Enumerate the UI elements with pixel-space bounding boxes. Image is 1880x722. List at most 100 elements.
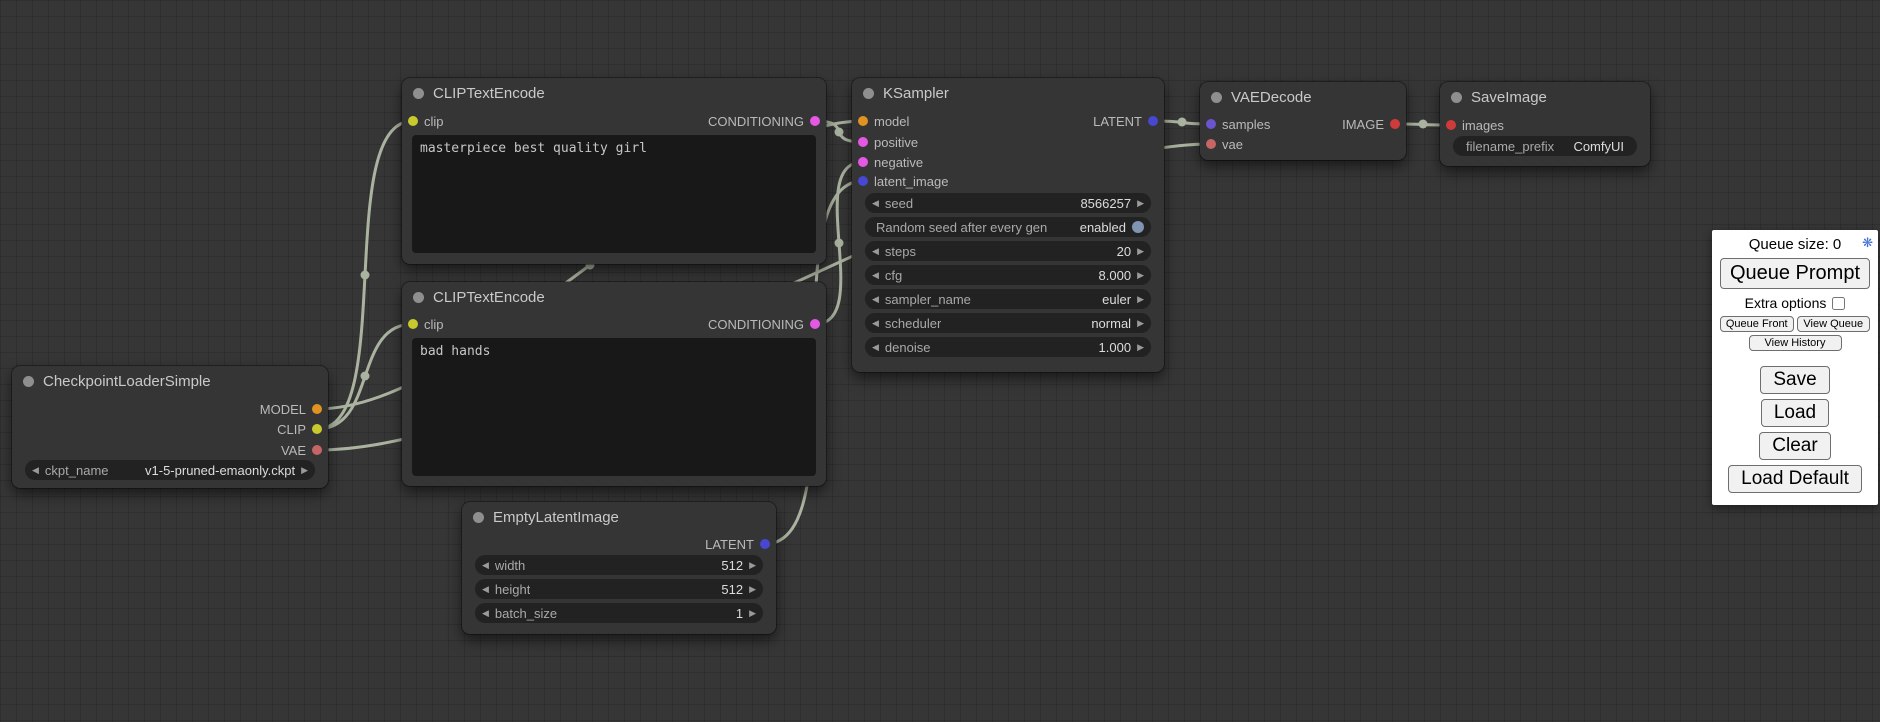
increment-arrow-icon[interactable]: ▶	[1137, 313, 1144, 333]
node-title-bar[interactable]: CheckpointLoaderSimple	[12, 366, 328, 396]
queue-front-button[interactable]: Queue Front	[1720, 316, 1794, 332]
increment-arrow-icon[interactable]: ▶	[749, 579, 756, 599]
negative-input-dot[interactable]	[858, 157, 868, 167]
node-title-bar[interactable]: KSampler	[852, 78, 1164, 108]
increment-arrow-icon[interactable]: ▶	[1137, 241, 1144, 261]
widget-value: 1	[736, 606, 743, 621]
increment-arrow-icon[interactable]: ▶	[1137, 289, 1144, 309]
extra-options-checkbox[interactable]	[1832, 297, 1845, 310]
load-default-button[interactable]: Load Default	[1728, 465, 1862, 493]
latent-output-dot[interactable]	[760, 539, 770, 549]
width-widget[interactable]: ◀ width 512 ▶	[475, 555, 763, 575]
seed-widget[interactable]: ◀ seed 8566257 ▶	[865, 193, 1151, 213]
scheduler-widget[interactable]: ◀ scheduler normal ▶	[865, 313, 1151, 333]
clip-input-dot[interactable]	[408, 116, 418, 126]
input-slot-positive: positive	[858, 132, 918, 152]
denoise-widget[interactable]: ◀ denoise 1.000 ▶	[865, 337, 1151, 357]
collapse-dot-icon[interactable]	[413, 88, 424, 99]
decrement-arrow-icon[interactable]: ◀	[872, 313, 879, 333]
slot-label: CONDITIONING	[708, 317, 804, 332]
node-title-bar[interactable]: CLIPTextEncode	[402, 282, 826, 312]
node-title: CLIPTextEncode	[433, 85, 545, 102]
latent-output-dot[interactable]	[1148, 116, 1158, 126]
slot-label: model	[874, 114, 909, 129]
conditioning-output-dot[interactable]	[810, 319, 820, 329]
image-output-dot[interactable]	[1390, 119, 1400, 129]
extra-options-label: Extra options	[1745, 295, 1827, 311]
link-midpoint-dot	[835, 239, 844, 248]
filename-prefix-widget[interactable]: filename_prefix ComfyUI	[1453, 136, 1637, 156]
decrement-arrow-icon[interactable]: ◀	[872, 193, 879, 213]
conditioning-output-dot[interactable]	[810, 116, 820, 126]
increment-arrow-icon[interactable]: ▶	[1137, 265, 1144, 285]
queue-prompt-button[interactable]: Queue Prompt	[1720, 258, 1870, 289]
collapse-dot-icon[interactable]	[473, 512, 484, 523]
node-checkpoint-loader-simple[interactable]: CheckpointLoaderSimple MODEL CLIP VAE ◀ …	[12, 366, 328, 488]
decrement-arrow-icon[interactable]: ◀	[872, 337, 879, 357]
positive-input-dot[interactable]	[858, 137, 868, 147]
toggle-on-icon[interactable]	[1132, 221, 1144, 233]
model-output-dot[interactable]	[312, 404, 322, 414]
clip-input-dot[interactable]	[408, 319, 418, 329]
vae-output-dot[interactable]	[312, 445, 322, 455]
ckpt-name-widget[interactable]: ◀ ckpt_name v1-5-pruned-emaonly.ckpt ▶	[25, 460, 315, 480]
input-slot-clip: clip	[408, 111, 444, 131]
decrement-arrow-icon[interactable]: ◀	[482, 555, 489, 575]
increment-arrow-icon[interactable]: ▶	[749, 555, 756, 575]
collapse-dot-icon[interactable]	[1451, 92, 1462, 103]
increment-arrow-icon[interactable]: ▶	[1137, 337, 1144, 357]
input-slot-negative: negative	[858, 152, 923, 172]
model-input-dot[interactable]	[858, 116, 868, 126]
node-title-bar[interactable]: EmptyLatentImage	[462, 502, 776, 532]
steps-widget[interactable]: ◀ steps 20 ▶	[865, 241, 1151, 261]
node-save-image[interactable]: SaveImage images filename_prefix ComfyUI	[1440, 82, 1650, 166]
decrement-arrow-icon[interactable]: ◀	[872, 241, 879, 261]
positive-prompt-textarea[interactable]: masterpiece best quality girl	[412, 135, 816, 253]
node-title-bar[interactable]: SaveImage	[1440, 82, 1650, 112]
settings-icon[interactable]: ❋	[1862, 235, 1873, 251]
decrement-arrow-icon[interactable]: ◀	[482, 579, 489, 599]
save-button[interactable]: Save	[1760, 366, 1829, 394]
decrement-arrow-icon[interactable]: ◀	[872, 289, 879, 309]
increment-arrow-icon[interactable]: ▶	[1137, 193, 1144, 213]
increment-arrow-icon[interactable]: ▶	[749, 603, 756, 623]
widget-value: 20	[1117, 244, 1131, 259]
batch-size-widget[interactable]: ◀ batch_size 1 ▶	[475, 603, 763, 623]
samples-input-dot[interactable]	[1206, 119, 1216, 129]
increment-arrow-icon[interactable]: ▶	[301, 460, 308, 480]
view-queue-button[interactable]: View Queue	[1797, 316, 1871, 332]
negative-prompt-textarea[interactable]: bad hands	[412, 338, 816, 476]
node-title: EmptyLatentImage	[493, 509, 619, 526]
link-midpoint-dot	[1178, 118, 1187, 127]
widget-label: filename_prefix	[1466, 139, 1554, 154]
height-widget[interactable]: ◀ height 512 ▶	[475, 579, 763, 599]
input-slot-images: images	[1446, 115, 1504, 135]
decrement-arrow-icon[interactable]: ◀	[482, 603, 489, 623]
node-title-bar[interactable]: CLIPTextEncode	[402, 78, 826, 108]
load-button[interactable]: Load	[1761, 399, 1829, 427]
node-vae-decode[interactable]: VAEDecode samples vae IMAGE	[1200, 82, 1406, 160]
latent-image-input-dot[interactable]	[858, 176, 868, 186]
images-input-dot[interactable]	[1446, 120, 1456, 130]
widget-label: cfg	[885, 268, 902, 283]
random-seed-toggle-widget[interactable]: Random seed after every gen enabled	[865, 217, 1151, 237]
collapse-dot-icon[interactable]	[23, 376, 34, 387]
decrement-arrow-icon[interactable]: ◀	[32, 460, 39, 480]
widget-label: width	[495, 558, 525, 573]
node-clip-text-encode-negative[interactable]: CLIPTextEncode clip CONDITIONING bad han…	[402, 282, 826, 486]
decrement-arrow-icon[interactable]: ◀	[872, 265, 879, 285]
node-empty-latent-image[interactable]: EmptyLatentImage LATENT ◀ width 512 ▶ ◀ …	[462, 502, 776, 634]
clip-output-dot[interactable]	[312, 424, 322, 434]
cfg-widget[interactable]: ◀ cfg 8.000 ▶	[865, 265, 1151, 285]
node-title-bar[interactable]: VAEDecode	[1200, 82, 1406, 112]
view-history-button[interactable]: View History	[1749, 335, 1842, 351]
sampler-name-widget[interactable]: ◀ sampler_name euler ▶	[865, 289, 1151, 309]
collapse-dot-icon[interactable]	[413, 292, 424, 303]
widget-label: batch_size	[495, 606, 557, 621]
vae-input-dot[interactable]	[1206, 139, 1216, 149]
collapse-dot-icon[interactable]	[863, 88, 874, 99]
node-clip-text-encode-positive[interactable]: CLIPTextEncode clip CONDITIONING masterp…	[402, 78, 826, 264]
collapse-dot-icon[interactable]	[1211, 92, 1222, 103]
node-ksampler[interactable]: KSampler model positive negative latent_…	[852, 78, 1164, 372]
clear-button[interactable]: Clear	[1759, 432, 1830, 460]
